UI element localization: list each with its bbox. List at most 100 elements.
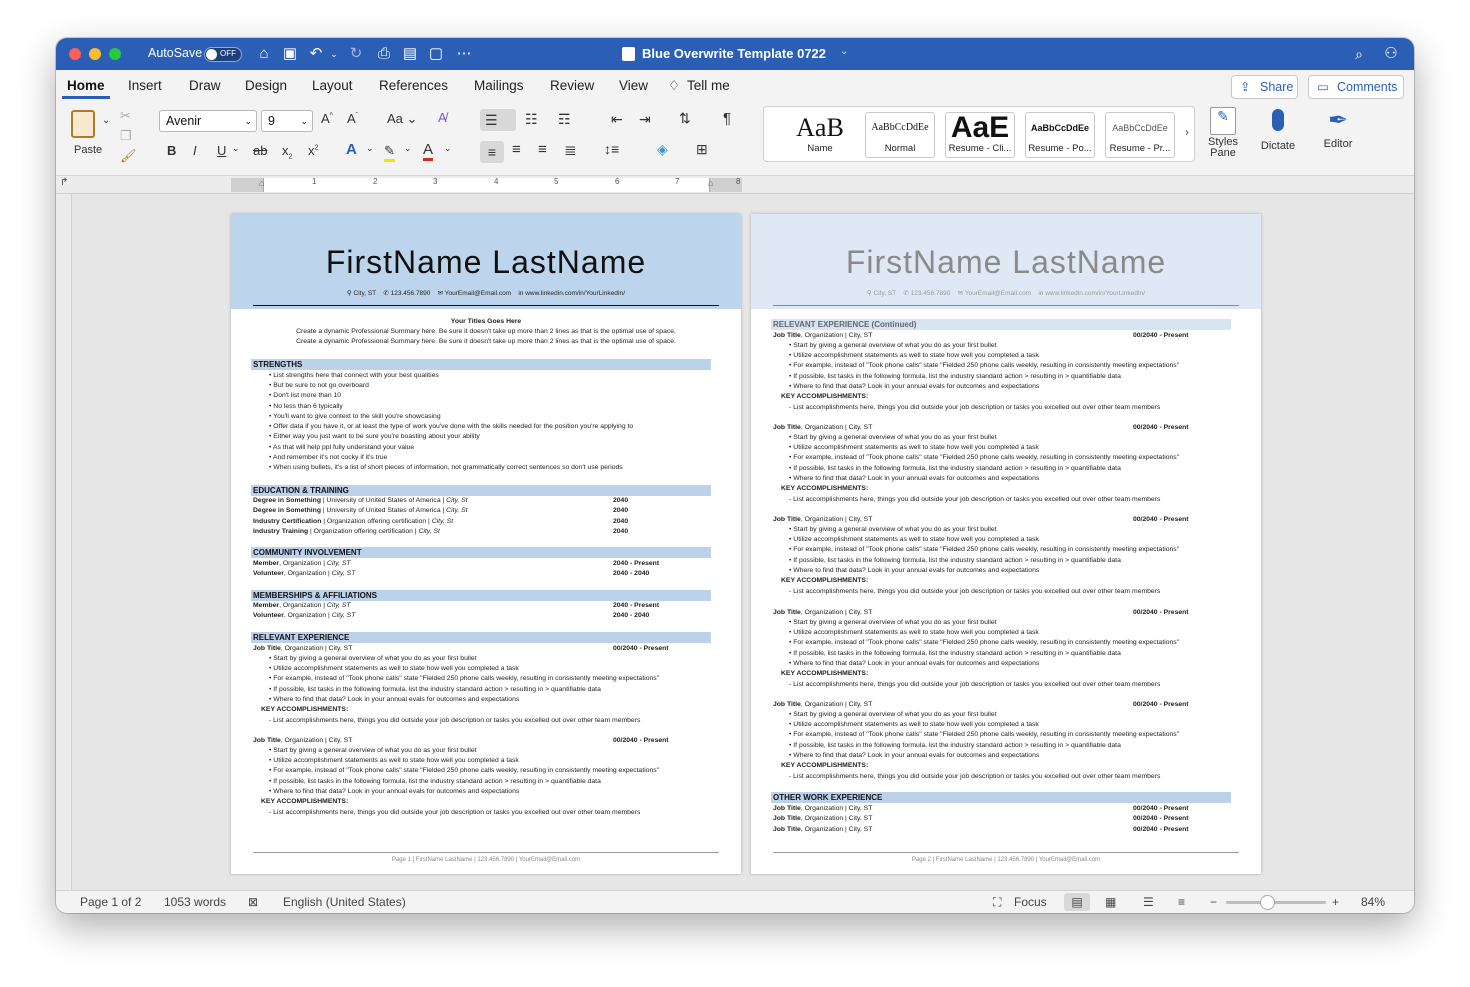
style-resume-client[interactable]: AaE Resume - Cli... (945, 112, 1015, 158)
style-resume-position[interactable]: AaBbCcDdEe Resume - Po... (1025, 112, 1095, 158)
shading-icon[interactable]: ◈ (657, 141, 668, 158)
indent-marker-icon[interactable]: ⌂ (259, 178, 264, 188)
font-size-select[interactable]: 9 ⌄ (261, 110, 313, 132)
underline-dropdown-icon[interactable]: ⌄ (232, 143, 240, 154)
tab-references[interactable]: References (379, 78, 448, 93)
tab-stop-selector-icon[interactable]: ↱ (60, 177, 68, 188)
tab-view[interactable]: View (619, 78, 648, 93)
focus-label[interactable]: Focus (1014, 895, 1047, 909)
tab-layout[interactable]: Layout (312, 78, 353, 93)
dictate-button[interactable]: Dictate (1258, 106, 1298, 162)
resume-name[interactable]: FirstName LastName (231, 244, 741, 281)
zoom-window-button[interactable] (109, 48, 121, 60)
highlight-icon[interactable]: ✎ (384, 143, 395, 162)
styles-more-icon[interactable]: › (1185, 125, 1189, 139)
align-center-icon[interactable]: ≡ (512, 141, 521, 158)
format-painter-icon[interactable]: 🖌 (120, 148, 137, 164)
decrease-indent-icon[interactable]: ⇤ (611, 111, 623, 128)
zoom-level[interactable]: 84% (1361, 895, 1385, 909)
copy-icon[interactable]: ❐ (120, 128, 132, 144)
editor-button[interactable]: ✒ Editor (1318, 106, 1358, 162)
zoom-in-icon[interactable]: + (1332, 895, 1339, 909)
title-dropdown-icon[interactable]: ⌄ (840, 46, 848, 57)
underline-icon[interactable]: U (217, 143, 226, 158)
tab-draw[interactable]: Draw (189, 78, 221, 93)
styles-pane-button[interactable]: ✎ Styles Pane (1202, 106, 1244, 166)
right-indent-marker-icon[interactable]: ⌂ (708, 178, 713, 188)
tab-mailings[interactable]: Mailings (474, 78, 524, 93)
tab-insert[interactable]: Insert (128, 78, 162, 93)
draft-icon[interactable]: ≡ (1178, 895, 1185, 909)
resume-title: Your Titles Goes Here (450, 318, 522, 325)
style-resume-profile[interactable]: AaBbCcDdEe Resume - Pr... (1105, 112, 1175, 158)
home-icon[interactable]: ⌂ (254, 44, 274, 64)
grow-font-icon[interactable]: A^ (321, 111, 333, 126)
save-icon[interactable]: ▣ (280, 44, 300, 64)
font-color-icon[interactable]: A (423, 141, 434, 161)
font-name-select[interactable]: Avenir ⌄ (159, 110, 257, 132)
zoom-slider[interactable] (1226, 895, 1326, 910)
chevron-down-icon[interactable]: ⌄ (404, 143, 412, 154)
print-layout-button[interactable]: ▤ (1064, 893, 1090, 911)
bullets-button[interactable]: ☰ (480, 109, 516, 131)
superscript-icon[interactable]: x2 (308, 143, 318, 158)
web-layout-icon[interactable]: ▦ (1105, 895, 1116, 909)
page-1[interactable]: FirstName LastName ⚲ City, ST ✆ 123.456.… (231, 214, 741, 874)
italic-icon[interactable]: I (193, 143, 197, 158)
language[interactable]: English (United States) (283, 895, 406, 909)
shrink-font-icon[interactable]: Aˇ (347, 111, 358, 126)
close-window-button[interactable] (69, 48, 81, 60)
tell-me-search[interactable]: Tell me (687, 78, 730, 93)
zoom-slider-thumb[interactable] (1260, 895, 1275, 910)
justify-icon[interactable]: ≣ (564, 141, 577, 159)
template-icon[interactable]: ▢ (426, 44, 446, 64)
autosave-toggle[interactable]: OFF (204, 47, 242, 62)
comments-button[interactable]: ▭ Comments (1308, 75, 1404, 99)
word-count[interactable]: 1053 words (164, 895, 226, 909)
subscript-icon[interactable]: x2 (282, 143, 292, 161)
align-left-button[interactable]: ≡ (480, 141, 504, 163)
share-button[interactable]: ⇪ Share (1231, 75, 1298, 99)
outline-icon[interactable]: ☰ (1143, 895, 1154, 909)
undo-dropdown-icon[interactable]: ⌄ (324, 44, 344, 64)
borders-icon[interactable]: ⊞ (696, 141, 708, 158)
clear-formatting-icon[interactable]: A̸ (438, 110, 447, 125)
tab-design[interactable]: Design (245, 78, 287, 93)
redo-icon[interactable]: ↻ (346, 44, 366, 64)
zoom-out-icon[interactable]: − (1210, 895, 1217, 909)
change-case-icon[interactable]: Aa ⌄ (387, 111, 417, 127)
style-name[interactable]: AaB Name (785, 112, 855, 158)
tab-review[interactable]: Review (550, 78, 594, 93)
paste-dropdown-icon[interactable]: ⌄ (102, 115, 110, 126)
text-effects-icon[interactable]: A (346, 141, 357, 158)
proofing-icon[interactable]: ⊠ (248, 895, 258, 909)
increase-indent-icon[interactable]: ⇥ (639, 111, 651, 128)
minimize-window-button[interactable] (89, 48, 101, 60)
more-commands-icon[interactable]: ⋯ (454, 44, 474, 64)
focus-icon[interactable]: ⛶ (993, 895, 1001, 910)
align-right-icon[interactable]: ≡ (538, 141, 547, 158)
key-accomplishment-item: - List accomplishments here, things you … (789, 588, 1161, 595)
tab-home[interactable]: Home (67, 78, 105, 93)
other-job-row: Job Title, Organization | City, ST (773, 815, 873, 822)
horizontal-ruler[interactable]: ↱ 1 2 3 4 5 6 7 8 ⌂ ⌂ (56, 176, 1414, 194)
line-spacing-icon[interactable]: ↕≡ (604, 141, 619, 157)
chevron-down-icon[interactable]: ⌄ (444, 143, 452, 154)
bold-icon[interactable]: B (167, 143, 176, 158)
page-2[interactable]: FirstName LastName ⚲ City, ST ✆ 123.456.… (751, 214, 1261, 874)
account-icon[interactable]: ⚇ (1381, 44, 1401, 64)
print-icon[interactable]: ⎙ (374, 44, 394, 64)
cut-icon[interactable]: ✂ (120, 108, 131, 124)
multilevel-list-icon[interactable]: ☶ (558, 111, 571, 128)
style-normal[interactable]: AaBbCcDdEe Normal (865, 112, 935, 158)
chevron-down-icon[interactable]: ⌄ (366, 143, 374, 154)
numbering-icon[interactable]: ☷ (525, 111, 538, 128)
strikethrough-icon[interactable]: ab (253, 143, 267, 158)
resume-name[interactable]: FirstName LastName (751, 244, 1261, 281)
save-as-icon[interactable]: ▤ (400, 44, 420, 64)
search-icon[interactable]: ⌕ (1349, 44, 1369, 64)
undo-icon[interactable]: ↶ (306, 44, 326, 64)
sort-icon[interactable]: ⇅ (679, 110, 691, 127)
page-count[interactable]: Page 1 of 2 (80, 895, 141, 909)
show-formatting-icon[interactable]: ¶ (723, 110, 731, 127)
